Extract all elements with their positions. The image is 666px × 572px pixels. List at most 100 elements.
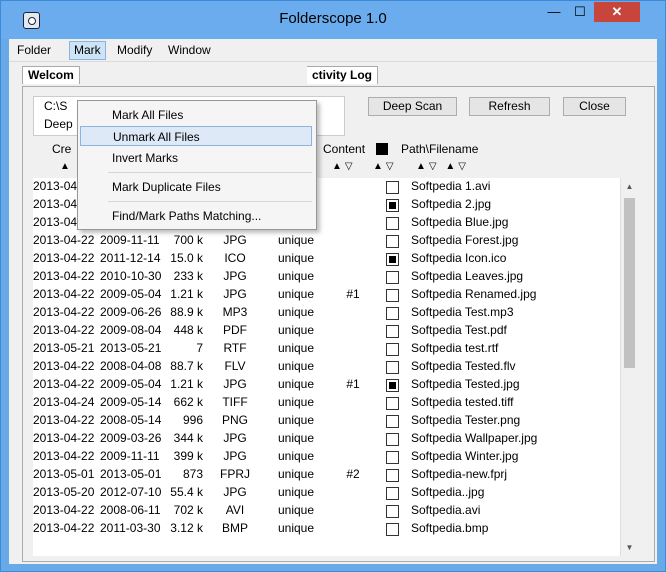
close-window-button[interactable]: ✕ <box>594 2 640 22</box>
table-row[interactable]: 2013-04-22 2011-03-30 3.12 k BMP unique Softp… <box>33 520 620 538</box>
mark-checkbox[interactable] <box>386 451 399 464</box>
mark-all-toggle[interactable] <box>376 143 388 155</box>
mark-checkbox[interactable] <box>386 325 399 338</box>
cell-type: TIFF <box>222 395 248 409</box>
menu-separator <box>108 201 312 202</box>
mark-checkbox[interactable] <box>386 307 399 320</box>
table-row[interactable]: 2013-04-22 2009-05-04 1.21 k JPG unique #1 Sof… <box>33 286 620 304</box>
mark-checkbox[interactable] <box>386 379 399 392</box>
table-row[interactable]: 2013-04-22 2011-12-14 15.0 k ICO unique Softp… <box>33 250 620 268</box>
cell-uniqueness: unique <box>277 467 315 481</box>
mark-checkbox[interactable] <box>386 235 399 248</box>
cell-modified: 2013-04-22 <box>33 521 95 535</box>
cell-uniqueness: unique <box>277 251 315 265</box>
table-row[interactable]: 2013-04-22 2008-04-08 88.7 k FLV unique Softp… <box>33 358 620 376</box>
cell-filename: Softpedia.bmp <box>411 521 489 535</box>
cell-uniqueness: unique <box>277 377 315 391</box>
menu-item-unmark-all[interactable]: Unmark All Files <box>80 126 312 146</box>
cell-modified: 2013-04-22 <box>33 305 95 319</box>
refresh-button[interactable]: Refresh <box>469 97 550 116</box>
mark-checkbox[interactable] <box>386 343 399 356</box>
cell-type: PDF <box>223 323 247 337</box>
column-header-created[interactable]: Cre <box>52 142 71 156</box>
cell-size: 88.7 k <box>170 359 203 373</box>
maximize-button[interactable]: ☐ <box>567 2 593 22</box>
cell-modified: 2013-04-22 <box>33 449 95 463</box>
file-list[interactable]: 2013-04-22 unique Softpedia 1.avi 2013-04-2… <box>33 178 620 556</box>
menu-window[interactable]: Window <box>164 42 215 59</box>
table-row[interactable]: 2013-04-22 2009-05-04 1.21 k JPG unique #1 Sof… <box>33 376 620 394</box>
mark-checkbox[interactable] <box>386 397 399 410</box>
table-row[interactable]: 2013-04-22 2009-03-26 344 k JPG unique Softpe… <box>33 430 620 448</box>
menu-item-mark-all[interactable]: Mark All Files <box>80 105 312 125</box>
tab-welcome[interactable]: Welcom <box>22 66 80 84</box>
mark-checkbox[interactable] <box>386 289 399 302</box>
cell-duplicate-group: #2 <box>346 467 360 481</box>
table-row[interactable]: 2013-05-20 2012-07-10 55.4 k JPG unique Softp… <box>33 484 620 502</box>
vertical-scrollbar[interactable]: ▲ ▼ <box>620 178 638 556</box>
mark-checkbox[interactable] <box>386 415 399 428</box>
mark-checkbox[interactable] <box>386 199 399 212</box>
table-row[interactable]: 2013-04-22 2009-11-11 700 k JPG unique Softpe… <box>33 232 620 250</box>
sort-arrows-mark[interactable]: ▲▽ <box>373 161 397 172</box>
cell-modified: 2013-05-20 <box>33 485 95 499</box>
cell-type: JPG <box>223 287 247 301</box>
deep-scan-button[interactable]: Deep Scan <box>368 97 457 116</box>
mark-checkbox[interactable] <box>386 487 399 500</box>
table-row[interactable]: 2013-05-21 2013-05-21 7 RTF unique Softpedia … <box>33 340 620 358</box>
cell-filename: Softpedia-new.fprj <box>411 467 508 481</box>
cell-type: BMP <box>221 521 248 535</box>
app-window: Folderscope 1.0 — ☐ ✕ Folder Mark Modify… <box>0 0 666 572</box>
cell-filename: Softpedia 2.jpg <box>411 197 492 211</box>
table-row[interactable]: 2013-04-22 2009-11-11 399 k JPG unique Softpe… <box>33 448 620 466</box>
scroll-thumb[interactable] <box>624 198 635 368</box>
scroll-down-arrow-icon[interactable]: ▼ <box>621 539 638 556</box>
mark-checkbox[interactable] <box>386 433 399 446</box>
cell-filename: Softpedia Icon.ico <box>411 251 507 265</box>
menu-folder[interactable]: Folder <box>13 42 55 59</box>
mark-checkbox[interactable] <box>386 271 399 284</box>
cell-modified: 2013-05-21 <box>33 341 95 355</box>
table-row[interactable]: 2013-04-22 2009-08-04 448 k PDF unique Softpe… <box>33 322 620 340</box>
path-line-1: C:\S <box>44 99 68 113</box>
mark-checkbox[interactable] <box>386 181 399 194</box>
menu-item-invert-marks[interactable]: Invert Marks <box>80 148 312 168</box>
mark-checkbox[interactable] <box>386 217 399 230</box>
cell-size: 448 k <box>173 323 203 337</box>
table-row[interactable]: 2013-04-22 2010-10-30 233 k JPG unique Softpe… <box>33 268 620 286</box>
table-row[interactable]: 2013-05-01 2013-05-01 873 FPRJ unique #2 Softp… <box>33 466 620 484</box>
mark-checkbox[interactable] <box>386 505 399 518</box>
cell-type: JPG <box>223 431 247 445</box>
cell-size: 1.21 k <box>170 377 203 391</box>
close-button[interactable]: Close <box>563 97 626 116</box>
sort-arrows-content[interactable]: ▲▽ <box>332 161 356 172</box>
mark-checkbox[interactable] <box>386 523 399 536</box>
cell-size: 662 k <box>173 395 203 409</box>
scroll-up-arrow-icon[interactable]: ▲ <box>621 178 638 195</box>
table-row[interactable]: 2013-04-22 2008-06-11 702 k AVI unique Softpe… <box>33 502 620 520</box>
cell-size: 399 k <box>173 449 203 463</box>
column-header-content[interactable]: Content <box>323 142 365 156</box>
tab-activity-log[interactable]: ctivity Log <box>307 66 379 84</box>
mark-checkbox[interactable] <box>386 469 399 482</box>
minimize-button[interactable]: — <box>541 2 567 22</box>
menu-item-mark-duplicates[interactable]: Mark Duplicate Files <box>80 177 312 197</box>
cell-size: 873 <box>182 467 203 481</box>
menu-mark[interactable]: Mark <box>69 41 106 60</box>
menu-modify[interactable]: Modify <box>113 42 156 59</box>
column-header-path[interactable]: Path\Filename <box>401 142 478 156</box>
table-row[interactable]: 2013-04-22 2009-06-26 88.9 k MP3 unique Softp… <box>33 304 620 322</box>
table-row[interactable]: 2013-04-24 2009-05-14 662 k TIFF unique Softp… <box>33 394 620 412</box>
cell-filename: Softpedia Renamed.jpg <box>411 287 537 301</box>
cell-size: 344 k <box>173 431 203 445</box>
cell-type: JPG <box>223 377 247 391</box>
mark-dropdown-menu: Mark All Files Unmark All Files Invert M… <box>77 100 317 230</box>
mark-checkbox[interactable] <box>386 361 399 374</box>
sort-arrows-created[interactable]: ▲ <box>60 161 73 172</box>
mark-checkbox[interactable] <box>386 253 399 266</box>
sort-arrows-path[interactable]: ▲▽ ▲▽ <box>416 161 469 172</box>
cell-uniqueness: unique <box>277 233 315 247</box>
menu-item-find-mark-paths[interactable]: Find/Mark Paths Matching... <box>80 206 312 226</box>
tab-strip: Welcom ctivity Log <box>22 66 652 86</box>
table-row[interactable]: 2013-04-22 2008-05-14 996 PNG unique Softpedi… <box>33 412 620 430</box>
